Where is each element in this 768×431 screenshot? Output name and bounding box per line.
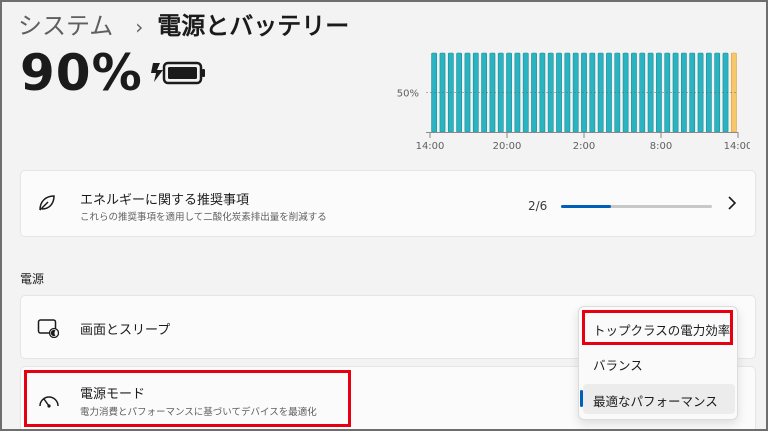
selected-option-indicator [580, 390, 583, 407]
chart-xtick-label: 2:00 [573, 141, 595, 152]
power-mode-subtitle: 電力消費とパフォーマンスに基づいてデバイスを最適化 [80, 407, 317, 418]
recommendations-progress-bar [561, 205, 712, 208]
recommendations-count: 2/6 [528, 199, 548, 213]
chart-xtick-label: 20:00 [493, 141, 522, 152]
recommendations-subtitle: これらの推奨事項を適用して二酸化炭素排出量を削減する [80, 212, 327, 223]
power-mode-dropdown: トップクラスの電力効率 バランス 最適なパフォーマンス [578, 306, 738, 420]
breadcrumb-separator: › [135, 15, 144, 39]
power-section-heading: 電源 [20, 272, 45, 286]
power-mode-option-best-efficiency[interactable]: トップクラスの電力効率 [593, 320, 730, 339]
power-mode-title: 電源モード [80, 387, 146, 402]
screen-and-sleep-title: 画面とスリープ [80, 323, 171, 338]
chart-xtick-label: 8:00 [650, 141, 672, 152]
chart-xtick-label: 14:00 [724, 141, 750, 152]
breadcrumb: システム › 電源とバッテリー [18, 6, 349, 41]
screen-sleep-icon [37, 319, 59, 338]
chart-xtick-label: 14:00 [416, 141, 445, 152]
chart-ytick-label: 50% [397, 89, 419, 100]
leaf-icon [39, 195, 55, 211]
battery-percentage: 90% [20, 44, 143, 102]
battery-charging-icon [151, 61, 205, 85]
battery-usage-chart: 50% 14:00 20:00 2:00 8:00 14:00 [397, 52, 750, 152]
page-title: 電源とバッテリー [157, 12, 350, 40]
recommendations-title: エネルギーに関する推奨事項 [80, 193, 250, 208]
recommendations-progress-fill [561, 205, 612, 208]
power-mode-option-balanced[interactable]: バランス [593, 355, 643, 374]
energy-recommendations-card[interactable]: エネルギーに関する推奨事項 これらの推奨事項を適用して二酸化炭素排出量を削減する… [20, 170, 756, 237]
chevron-right-icon[interactable] [726, 195, 738, 211]
breadcrumb-parent-system[interactable]: システム [18, 6, 113, 41]
gauge-icon [39, 396, 59, 408]
power-mode-option-best-performance[interactable]: 最適なパフォーマンス [593, 391, 718, 410]
